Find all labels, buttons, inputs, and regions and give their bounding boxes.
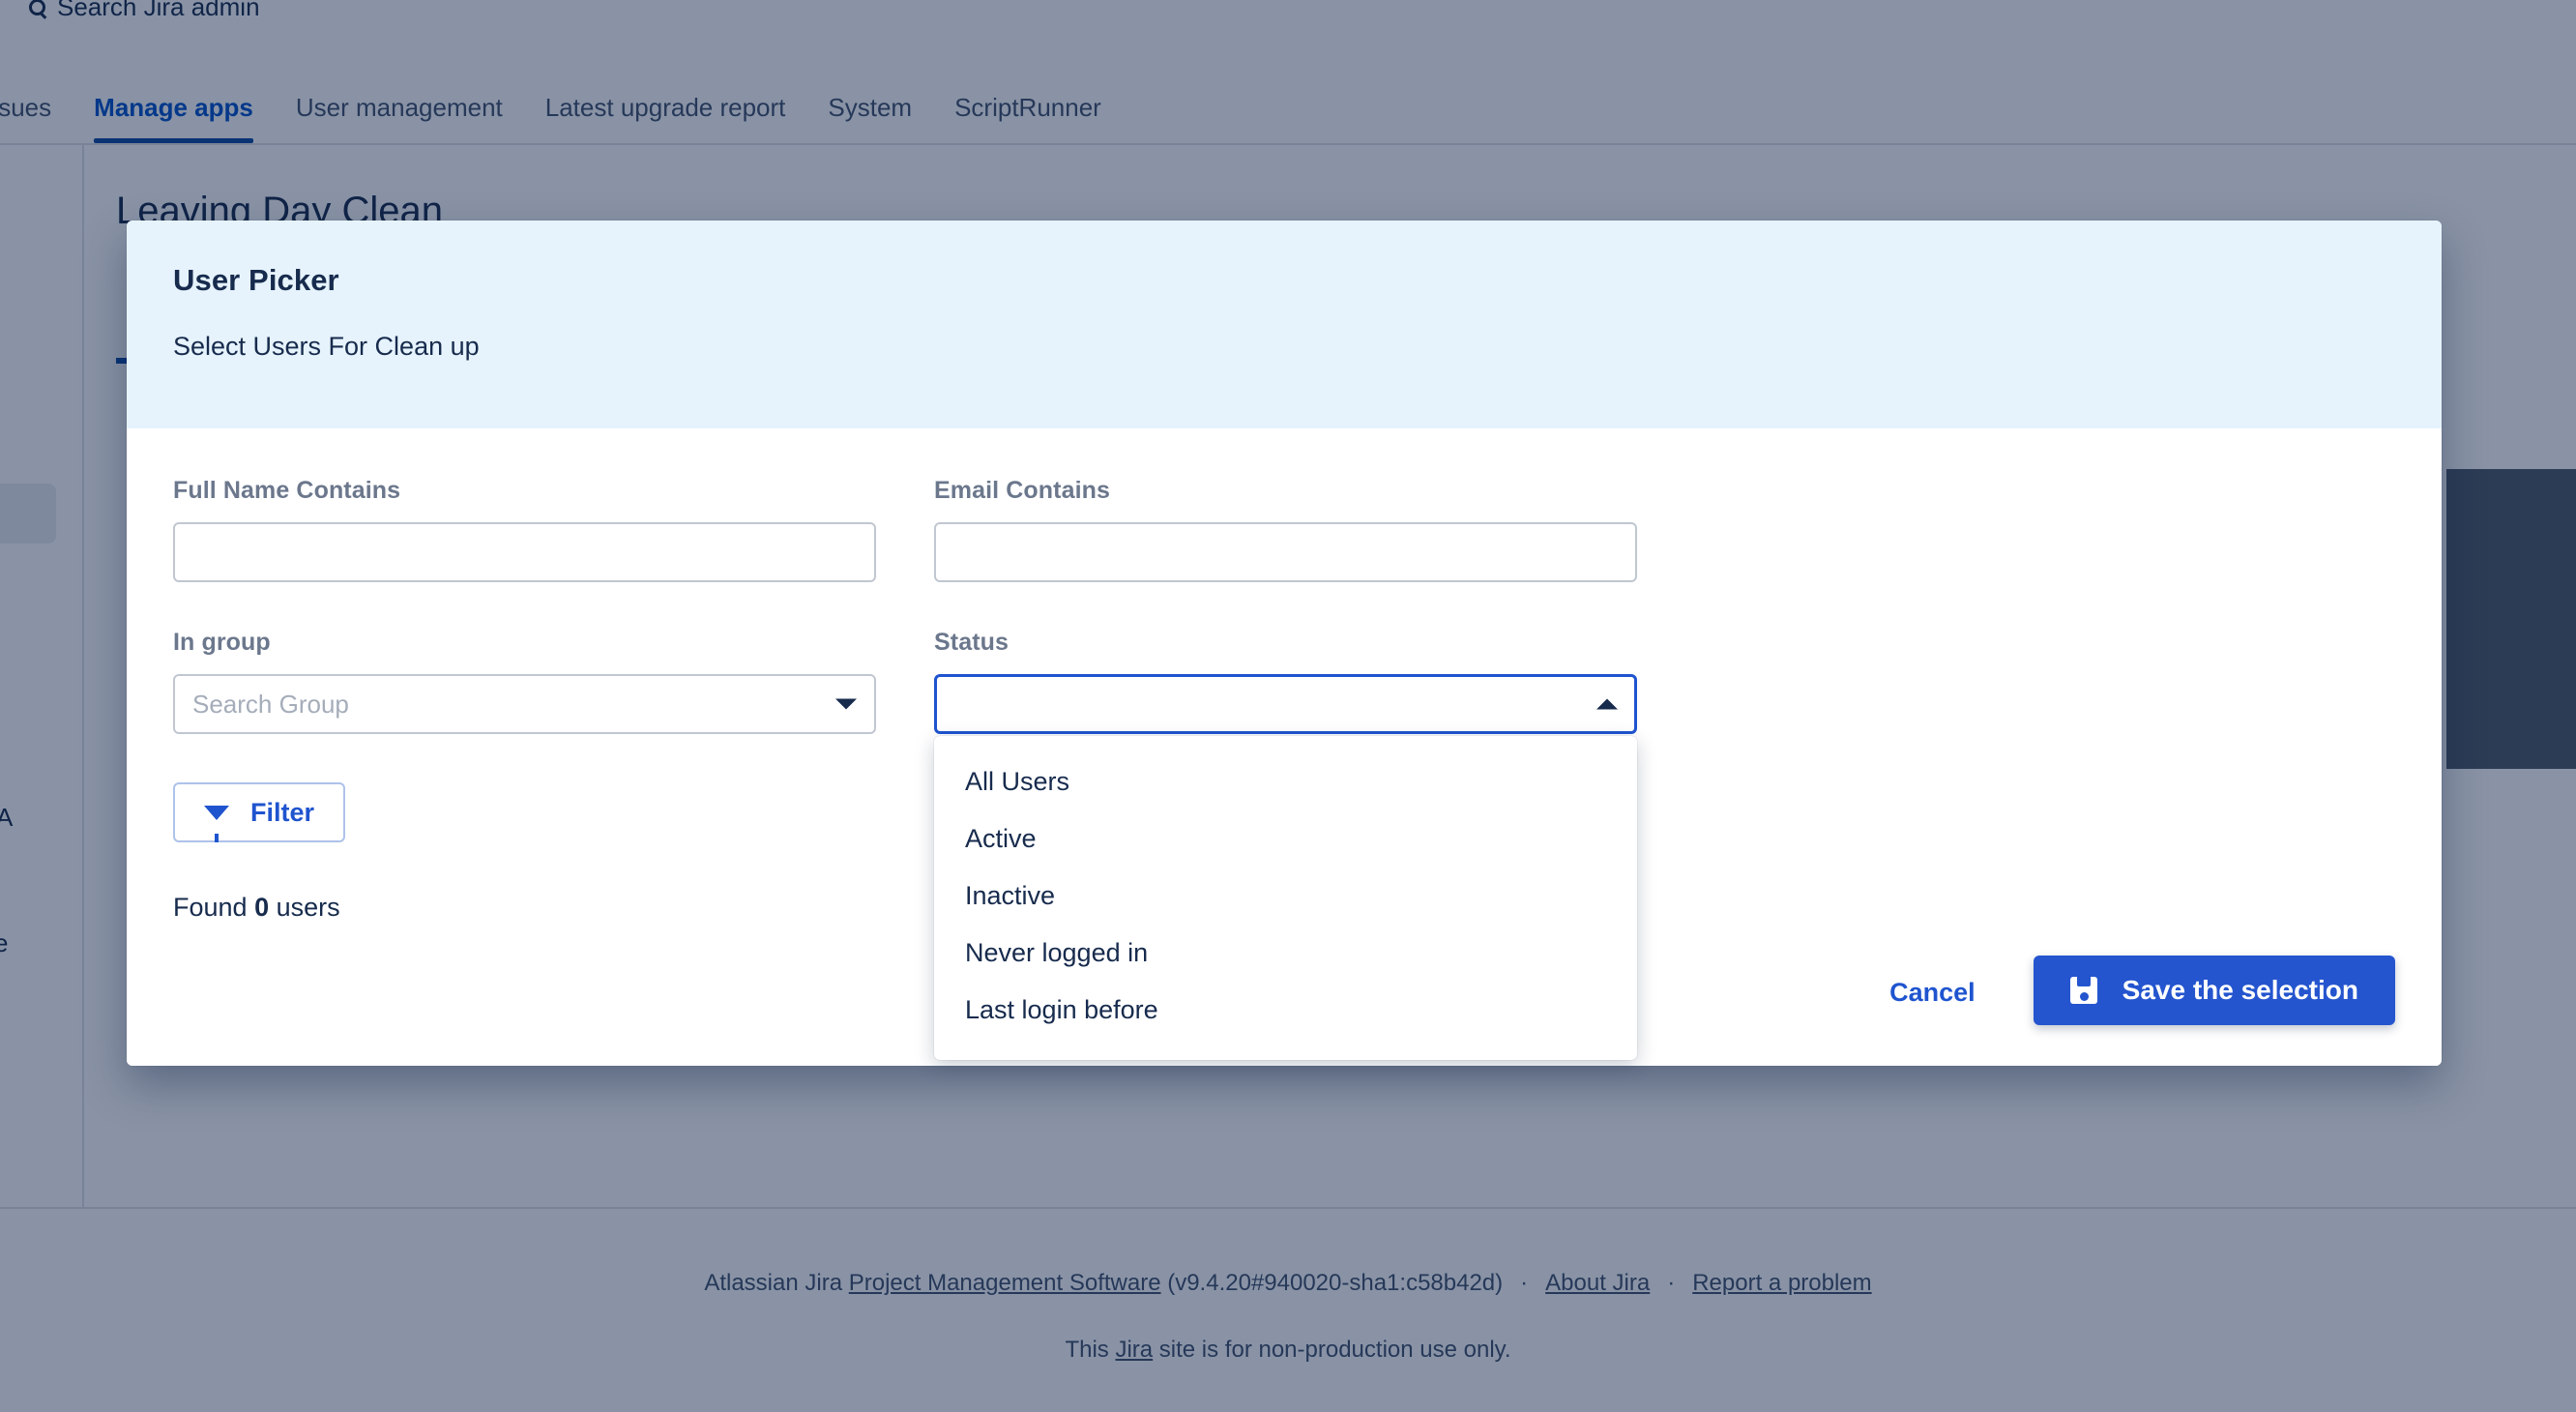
in-group-select[interactable]: Search Group <box>173 674 876 734</box>
status-options-menu: All Users Active Inactive Never logged i… <box>934 736 1637 1060</box>
email-input[interactable] <box>934 522 1637 582</box>
funnel-icon <box>204 805 229 842</box>
found-prefix: Found <box>173 893 255 922</box>
status-select-wrap: All Users Active Inactive Never logged i… <box>934 674 1637 1060</box>
dialog-header: User Picker Select Users For Clean up <box>127 221 2442 428</box>
chevron-down-icon <box>835 698 857 710</box>
status-option-all-users[interactable]: All Users <box>934 753 1637 810</box>
chevron-up-icon <box>1596 698 1618 710</box>
status-option-never-logged-in[interactable]: Never logged in <box>934 925 1637 982</box>
email-label: Email Contains <box>934 477 1110 504</box>
status-option-inactive[interactable]: Inactive <box>934 868 1637 925</box>
user-picker-dialog: User Picker Select Users For Clean up Fu… <box>127 221 2442 1066</box>
in-group-label: In group <box>173 629 271 656</box>
save-button-label: Save the selection <box>2122 975 2358 1005</box>
full-name-input[interactable] <box>173 522 876 582</box>
status-option-last-login-before[interactable]: Last login before <box>934 982 1637 1039</box>
dialog-subtitle: Select Users For Clean up <box>173 332 480 361</box>
in-group-select-value: Search Group <box>192 689 349 719</box>
cancel-button[interactable]: Cancel <box>1860 960 2005 1025</box>
status-option-active[interactable]: Active <box>934 810 1637 868</box>
filter-button[interactable]: Filter <box>173 782 346 842</box>
in-group-select-wrap: Search Group <box>173 674 876 734</box>
floppy-disk-icon <box>2069 977 2097 1004</box>
dialog-body: Full Name Contains Email Contains In gro… <box>127 428 2442 1060</box>
found-suffix: users <box>269 893 340 922</box>
full-name-label: Full Name Contains <box>173 477 401 504</box>
save-selection-button[interactable]: Save the selection <box>2033 956 2395 1025</box>
status-label: Status <box>934 629 1010 656</box>
dialog-title: User Picker <box>173 263 339 297</box>
found-count: 0 <box>254 893 270 922</box>
filter-form: Full Name Contains Email Contains In gro… <box>173 477 2395 1060</box>
status-select[interactable] <box>934 674 1637 734</box>
filter-button-label: Filter <box>250 797 315 827</box>
